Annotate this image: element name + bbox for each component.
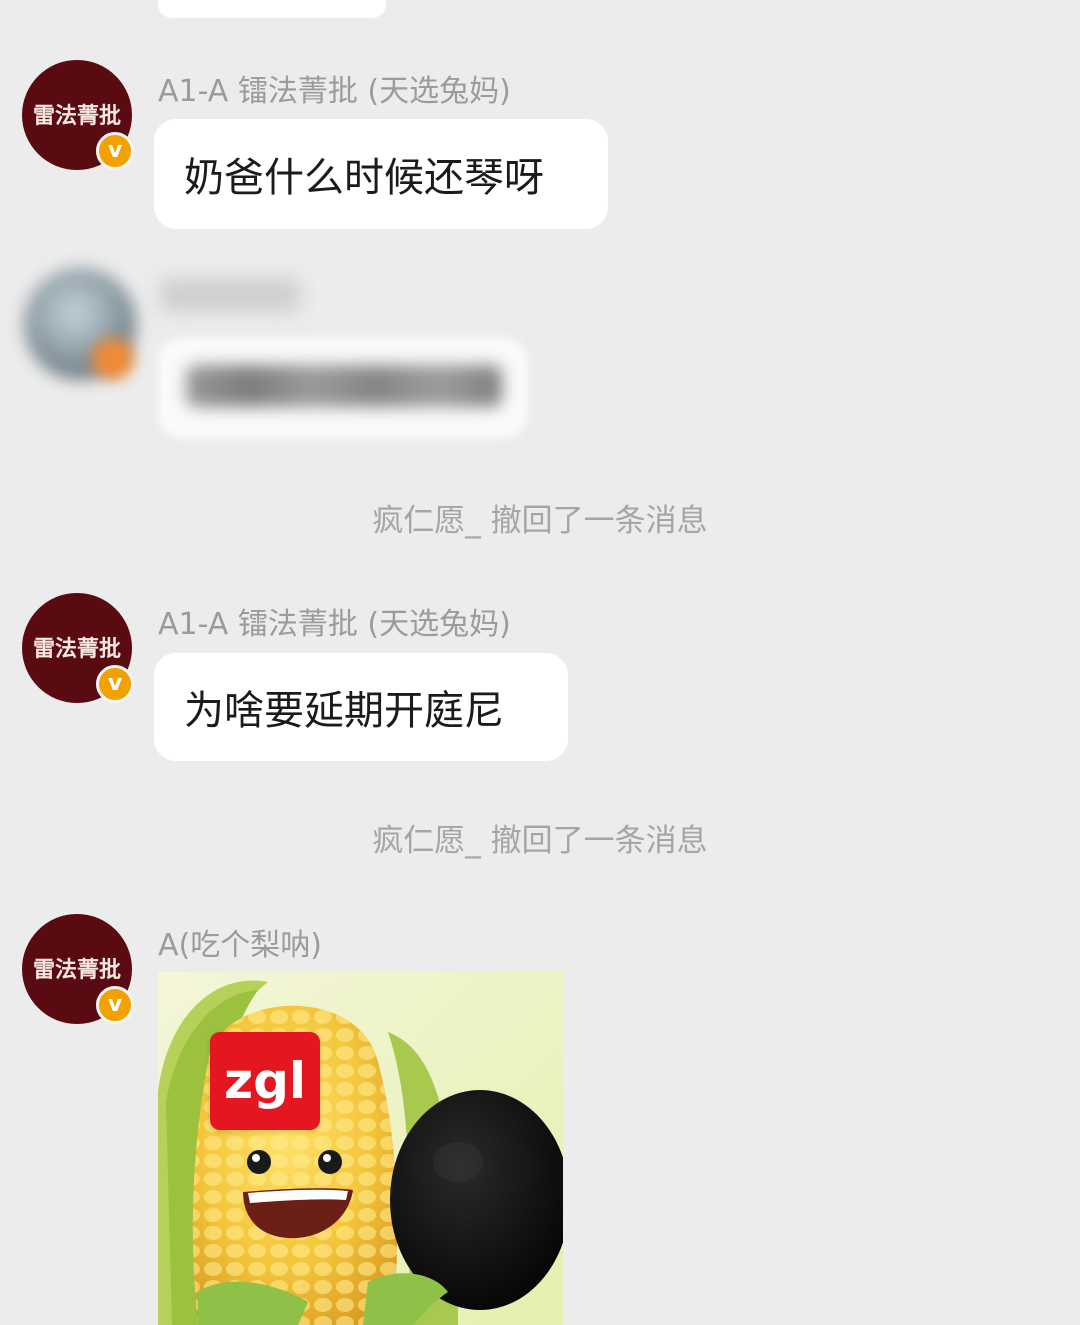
message-bubble[interactable]: 奶爸什么时候还琴呀 <box>154 119 608 229</box>
message-bubble[interactable]: 为啥要延期开庭尼 <box>154 653 568 761</box>
message-text: 为啥要延期开庭尼 <box>184 688 504 734</box>
recall-notice: 疯仁愿_ 撤回了一条消息 <box>372 823 708 859</box>
avatar[interactable]: 雷法菁批 v <box>22 914 134 1024</box>
avatar[interactable]: 雷法菁批 v <box>22 593 134 703</box>
sender-name: A(吃个梨呐) <box>158 928 322 963</box>
chat-view: 雷法菁批 v A1-A 镭法菁批 (天选兔妈) 奶爸什么时候还琴呀 疯仁愿_ 撤… <box>0 0 1080 1325</box>
sender-name: A1-A 镭法菁批 (天选兔妈) <box>158 74 511 109</box>
sender-name: A1-A 镭法菁批 (天选兔妈) <box>158 607 511 642</box>
avatar[interactable]: 雷法菁批 v <box>22 60 134 170</box>
avatar-label: 雷法菁批 <box>32 958 121 983</box>
verified-badge-icon: v <box>96 986 134 1024</box>
blurred-badge-icon <box>92 338 134 380</box>
blurred-message-text <box>186 365 502 407</box>
blurred-sender-name <box>160 278 300 312</box>
recall-notice: 疯仁愿_ 撤回了一条消息 <box>372 503 708 539</box>
sticker-image[interactable]: zgl <box>158 972 563 1325</box>
avatar-label: 雷法菁批 <box>32 637 121 662</box>
corn-sticker-icon <box>158 972 563 1325</box>
sticker-label: zgl <box>210 1032 320 1130</box>
message-text: 奶爸什么时候还琴呀 <box>184 155 544 201</box>
verified-badge-icon: v <box>96 132 134 170</box>
verified-badge-icon: v <box>96 665 134 703</box>
avatar-label: 雷法菁批 <box>32 104 121 129</box>
partial-message-bubble[interactable] <box>158 0 386 18</box>
